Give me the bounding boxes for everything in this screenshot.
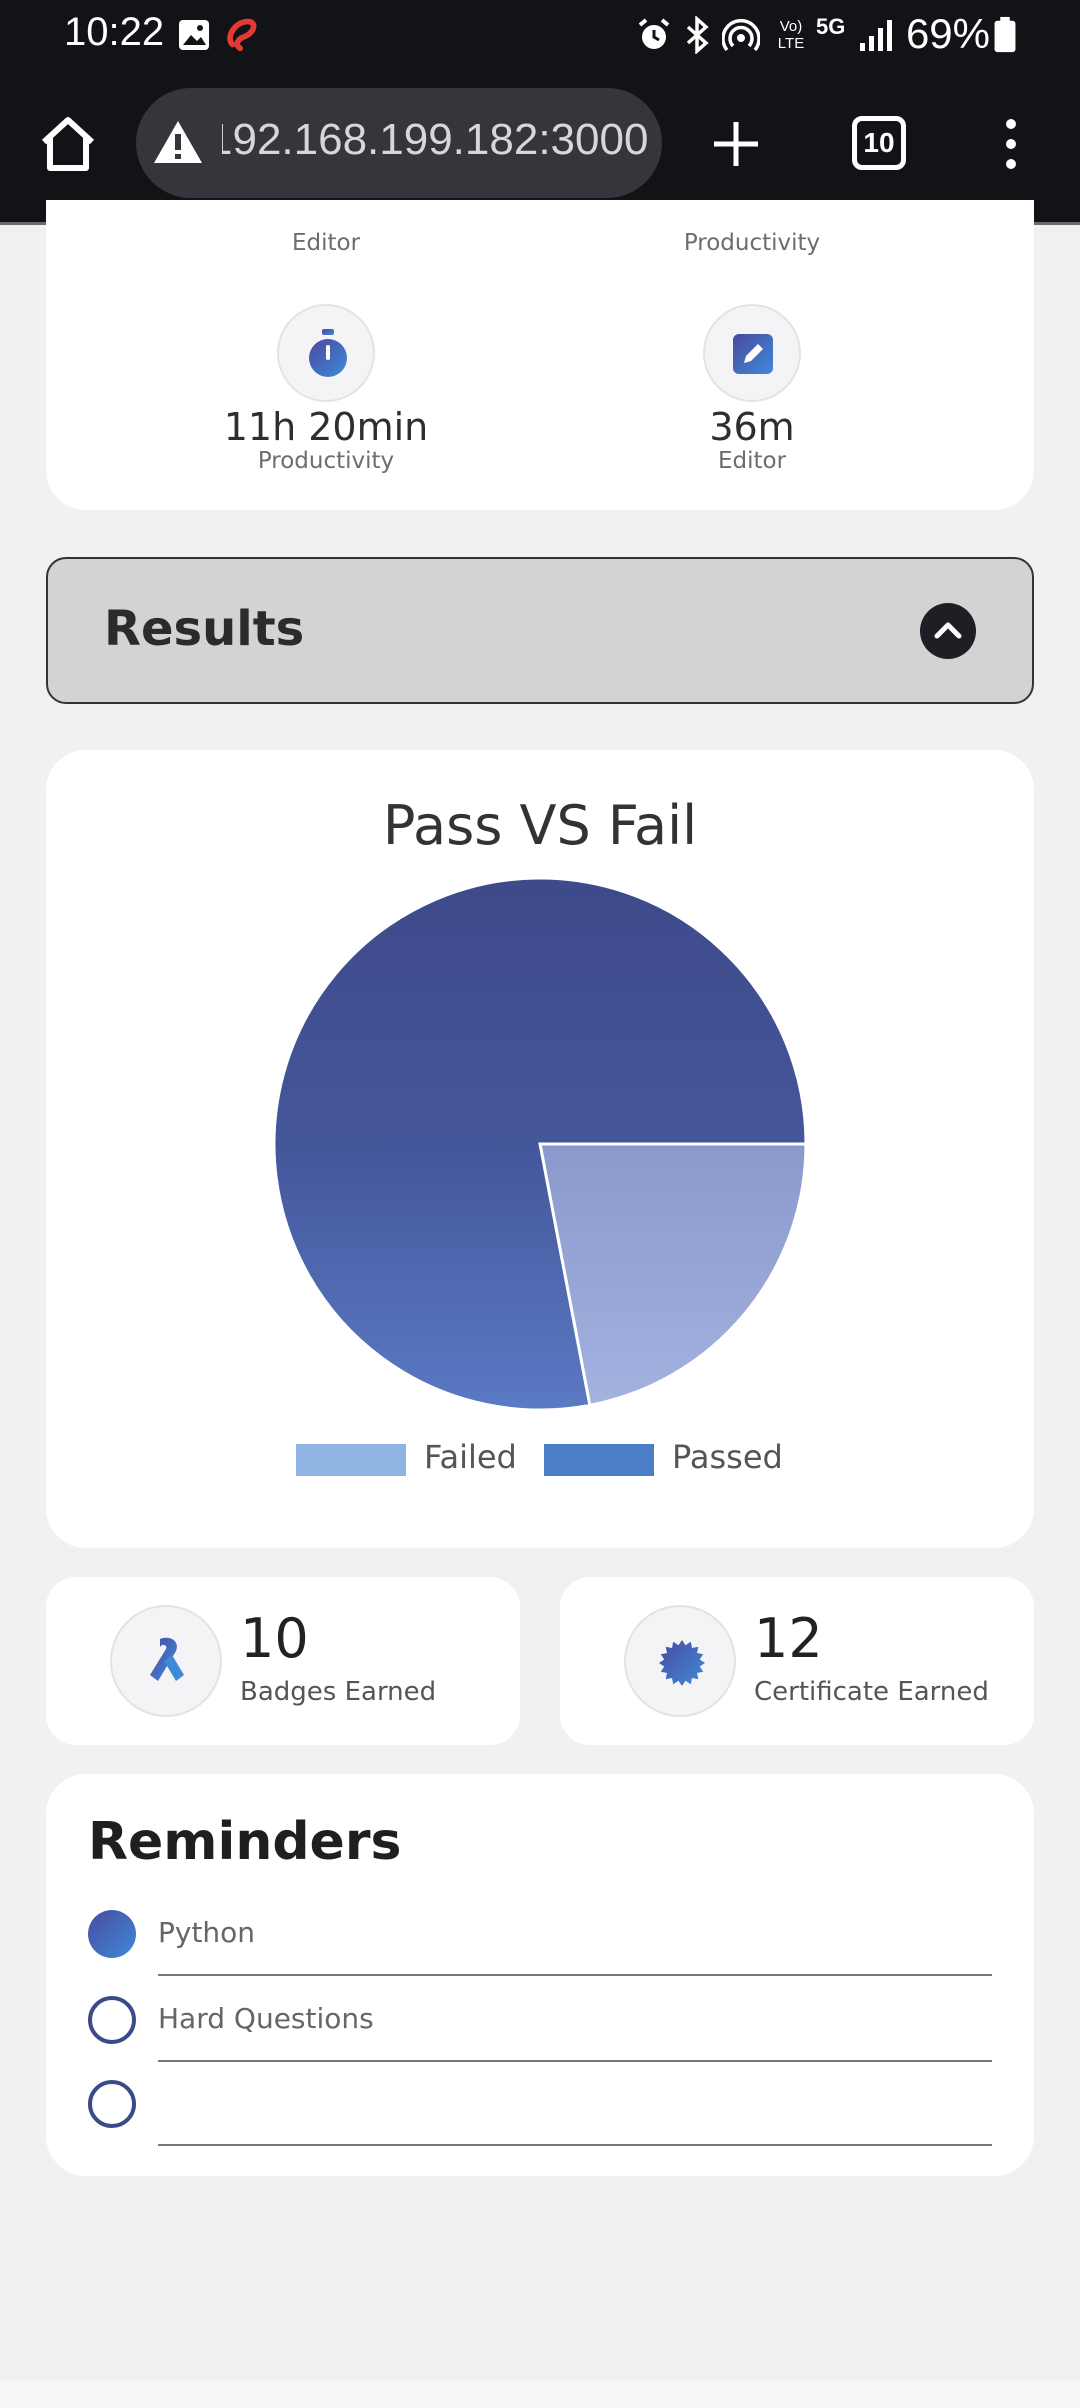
badges-count: 10 — [240, 1607, 309, 1670]
new-tab-icon[interactable] — [710, 118, 762, 170]
home-icon[interactable] — [38, 116, 98, 172]
stat-label-productivity: Productivity — [257, 448, 395, 474]
reminder-item[interactable]: Hard Questions — [88, 1994, 992, 2064]
bottom-strip — [0, 2380, 1080, 2408]
certificates-count: 12 — [754, 1607, 823, 1670]
results-title: Results — [104, 601, 305, 657]
badges-card: 10 Badges Earned — [46, 1577, 520, 1745]
airtel-icon — [227, 18, 257, 52]
image-notification-icon — [179, 20, 209, 50]
status-bar: 10:22 Vo) LTE 5G 69% — [0, 0, 1080, 72]
volte-indicator: Vo) LTE — [777, 18, 805, 52]
ribbon-icon — [150, 1637, 184, 1681]
stat-value-productivity: 11h 20min — [223, 405, 429, 449]
reminder-input[interactable]: Python — [158, 1916, 255, 1949]
certificate-icon — [659, 1640, 705, 1686]
certificate-icon-badge — [624, 1605, 736, 1717]
tab-switcher-button[interactable]: 10 — [852, 116, 906, 170]
reminder-checkbox[interactable] — [88, 1910, 136, 1958]
reminder-checkbox[interactable] — [88, 1996, 136, 2044]
legend-label-failed: Failed — [424, 1438, 517, 1476]
pie-chart — [272, 876, 808, 1412]
network-type: 5G — [816, 14, 846, 39]
reminder-input[interactable]: Hard Questions — [158, 2002, 374, 2035]
stat-label-editor: Editor — [717, 448, 787, 474]
legend-swatch-passed — [544, 1444, 654, 1476]
reminder-underline — [158, 2144, 992, 2146]
pass-fail-chart-card: Pass VS Fail Failed Passed — [46, 750, 1034, 1548]
more-menu-icon[interactable] — [996, 118, 1026, 170]
url-clip: 192.168.199.182:3000 — [222, 88, 648, 198]
stat-value-editor: 36m — [709, 405, 795, 449]
reminder-checkbox[interactable] — [88, 2080, 136, 2128]
badges-label: Badges Earned — [240, 1677, 437, 1707]
browser-toolbar: 192.168.199.182:3000 10 — [0, 88, 1080, 200]
certificate-seal-shape — [659, 1640, 705, 1686]
stat-top-label-productivity: Productivity — [683, 230, 821, 256]
reminder-underline — [158, 1974, 992, 1976]
collapse-button[interactable] — [920, 603, 976, 659]
pencil-icon-badge — [703, 304, 801, 402]
stopwatch-icon — [309, 329, 347, 377]
results-section-header[interactable]: Results — [46, 557, 1034, 704]
reminder-item[interactable]: Python — [88, 1908, 992, 1978]
battery-percent: 69% — [905, 10, 990, 57]
browser-chrome: 10:22 Vo) LTE 5G 69% 192.168.199.182:300… — [0, 0, 1080, 225]
reminder-item[interactable] — [88, 2078, 992, 2148]
hotspot-icon — [722, 19, 760, 52]
chart-title: Pass VS Fail — [382, 794, 698, 857]
legend-label-passed: Passed — [672, 1438, 783, 1476]
reminder-underline — [158, 2060, 992, 2062]
certificates-label: Certificate Earned — [754, 1677, 989, 1707]
stopwatch-icon-badge — [277, 304, 375, 402]
reminders-title: Reminders — [88, 1812, 402, 1872]
warning-icon[interactable] — [152, 118, 204, 166]
legend-swatch-failed — [296, 1444, 406, 1476]
url-text: 192.168.199.182:3000 — [222, 115, 648, 164]
certificates-card: 12 Certificate Earned — [560, 1577, 1034, 1745]
stats-card: Editor Productivity 11h 20min Productivi… — [46, 200, 1034, 510]
status-time: 10:22 — [64, 10, 165, 54]
chevron-up-icon — [934, 622, 962, 639]
ribbon-icon-badge — [110, 1605, 222, 1717]
bluetooth-icon — [686, 16, 709, 54]
pencil-icon — [733, 334, 773, 374]
url-bar[interactable]: 192.168.199.182:3000 — [136, 88, 662, 198]
reminders-card: Reminders Python Hard Questions — [46, 1774, 1034, 2176]
stat-top-label-editor: Editor — [291, 230, 361, 256]
battery-icon — [994, 16, 1016, 53]
signal-icon — [860, 20, 892, 51]
alarm-icon — [638, 18, 670, 49]
